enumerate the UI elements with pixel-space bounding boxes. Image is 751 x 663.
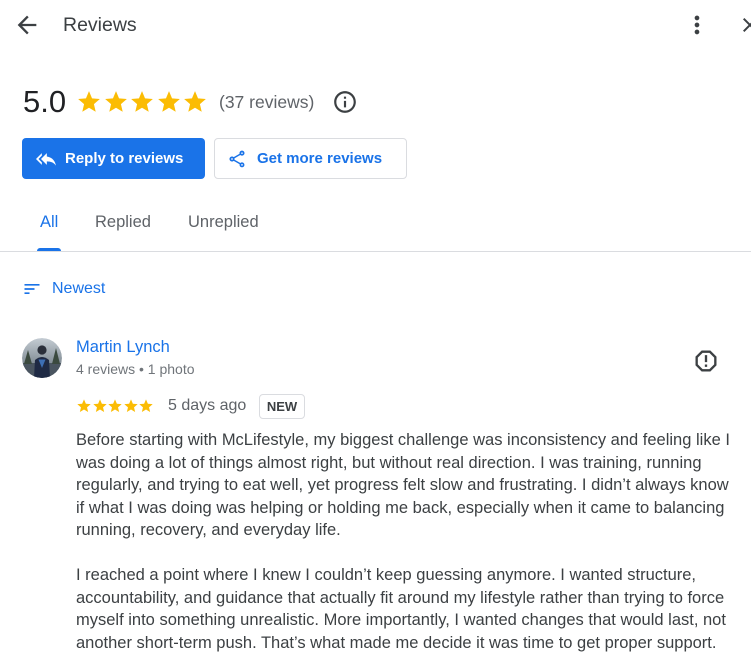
star-icon (108, 399, 122, 412)
sort-label: Newest (52, 280, 106, 297)
tab-all[interactable]: All (37, 201, 62, 251)
review-author-meta: 4 reviews • 1 photo (76, 361, 195, 377)
arrow-back-icon (17, 15, 37, 35)
close-icon (743, 18, 751, 32)
star-icon (139, 399, 153, 412)
star-icon (157, 91, 180, 112)
star-icon (92, 399, 107, 412)
rating-info-button[interactable] (332, 89, 358, 115)
more-vert-icon (694, 15, 700, 35)
rating-stars (76, 89, 208, 115)
more-options-button[interactable] (683, 11, 711, 39)
reply-to-reviews-label: Reply to reviews (65, 150, 184, 167)
review-text: Before starting with McLifestyle, my big… (76, 429, 736, 663)
star-icon (184, 91, 206, 112)
avatar-photo (22, 338, 62, 378)
average-rating: 5.0 (23, 84, 67, 119)
tabs-divider (0, 251, 751, 252)
get-more-reviews-button[interactable]: Get more reviews (214, 138, 407, 179)
star-icon (131, 91, 153, 112)
back-button[interactable] (13, 11, 41, 39)
review-timestamp: 5 days ago (168, 397, 247, 414)
sort-button[interactable]: Newest (22, 278, 112, 300)
reply-to-reviews-button[interactable]: Reply to reviews (22, 138, 205, 179)
star-icon (77, 399, 91, 412)
tab-replied[interactable]: Replied (95, 201, 151, 251)
reply-all-icon (36, 152, 56, 166)
avatar[interactable] (22, 338, 62, 378)
star-icon (78, 91, 100, 112)
get-more-reviews-label: Get more reviews (257, 150, 383, 167)
info-icon (334, 91, 356, 113)
review-rating-stars (76, 398, 154, 414)
tab-unreplied[interactable]: Unreplied (188, 201, 259, 251)
report-review-button[interactable] (692, 347, 720, 375)
page-title: Reviews (63, 14, 137, 36)
review-paragraph: Before starting with McLifestyle, my big… (76, 431, 730, 539)
review-author-name[interactable]: Martin Lynch (76, 336, 170, 358)
new-badge: NEW (259, 394, 305, 419)
close-button[interactable] (738, 13, 751, 37)
tab-label: Replied (95, 213, 151, 231)
share-icon (229, 150, 245, 167)
star-icon (123, 399, 138, 412)
tab-label: Unreplied (188, 213, 259, 231)
review-count: (37 reviews) (219, 92, 315, 112)
star-icon (104, 91, 127, 112)
reviews-panel: Reviews 5.0 (37 reviews) Reply to review… (0, 0, 751, 663)
review-paragraph: I reached a point where I knew I couldn’… (76, 566, 726, 652)
sort-icon (24, 284, 40, 294)
tab-label: All (40, 213, 59, 231)
report-icon (695, 350, 717, 372)
